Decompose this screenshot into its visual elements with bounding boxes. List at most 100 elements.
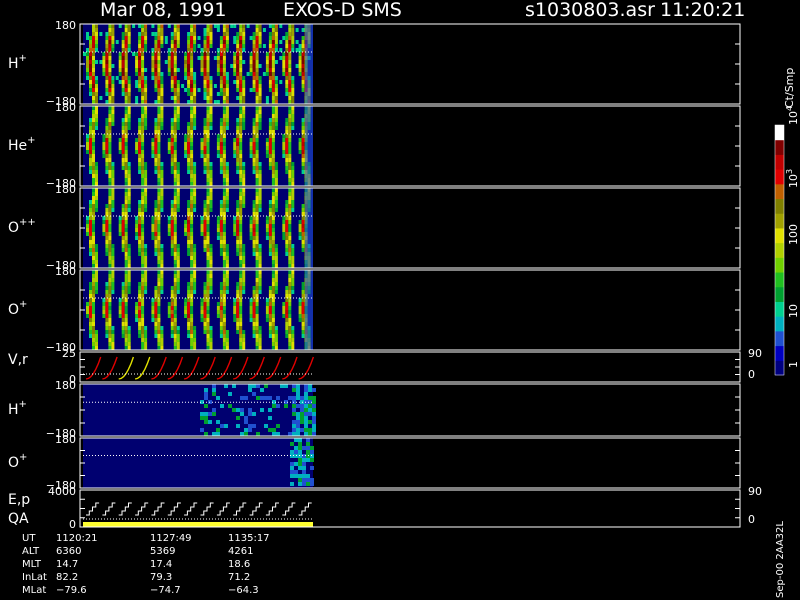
heatmap-cell <box>285 56 289 60</box>
heatmap-cell <box>141 252 145 256</box>
heatmap-cell <box>105 44 109 48</box>
heatmap-cell <box>206 306 210 310</box>
heatmap-cell <box>206 290 210 294</box>
heatmap-cell <box>288 302 292 306</box>
heatmap-cell <box>176 188 180 192</box>
heatmap-cell <box>108 28 112 32</box>
heatmap-cell <box>190 290 194 294</box>
heatmap-cell <box>288 314 292 318</box>
heatmap-cell <box>258 286 262 290</box>
heatmap-cell <box>248 388 252 392</box>
heatmap-cell <box>86 220 89 224</box>
heatmap-cell <box>291 118 295 122</box>
heatmap-cell <box>154 314 158 318</box>
heatmap-cell <box>173 294 177 298</box>
heatmap-cell <box>271 178 275 182</box>
heatmap-cell <box>300 404 304 408</box>
heatmap-cell <box>111 170 115 174</box>
heatmap-cell <box>200 314 204 318</box>
heatmap-cell <box>187 122 191 126</box>
heatmap-cell <box>236 204 240 208</box>
colorbar-label: 104 <box>785 106 800 125</box>
heatmap-cell <box>193 174 197 178</box>
vr-sweep <box>183 356 200 380</box>
heatmap-cell <box>206 228 210 232</box>
heatmap-cell <box>265 224 269 228</box>
heatmap-cell <box>268 56 272 60</box>
heatmap-cell <box>105 60 109 64</box>
heatmap-cell <box>124 122 128 126</box>
heatmap-cell <box>92 32 95 36</box>
heatmap-cell <box>138 48 142 52</box>
heatmap-cell <box>288 48 292 52</box>
heatmap-cell <box>190 342 194 346</box>
heatmap-cell <box>242 330 246 334</box>
heatmap-cell <box>291 122 295 126</box>
heatmap-cell <box>258 252 262 256</box>
heatmap-cell <box>271 302 275 306</box>
heatmap-cell <box>157 154 161 158</box>
heatmap-cell <box>187 314 191 318</box>
heatmap-cell <box>95 44 98 48</box>
colorbar-segment <box>775 213 784 229</box>
heatmap-cell <box>141 166 145 170</box>
heatmap-cell <box>89 60 92 64</box>
heatmap-cell <box>285 158 289 162</box>
heatmap-cell <box>108 32 112 36</box>
heatmap-cell <box>242 282 246 286</box>
heatmap-cell <box>298 60 302 64</box>
heatmap-cell <box>151 318 155 322</box>
heatmap-cell <box>111 192 115 196</box>
heatmap-cell <box>111 274 115 278</box>
heatmap-cell <box>295 64 299 68</box>
heatmap-cell <box>239 76 243 80</box>
heatmap-cell <box>99 60 103 64</box>
heatmap-cell <box>301 294 305 298</box>
heatmap-cell <box>255 306 259 310</box>
heatmap-cell <box>301 310 305 314</box>
heatmap-cell <box>190 286 194 290</box>
heatmap-cell <box>95 334 98 338</box>
heatmap-cell <box>216 220 220 224</box>
heatmap-cell <box>255 318 259 322</box>
heatmap-cell <box>108 76 112 80</box>
heatmap-cell <box>282 220 286 224</box>
heatmap-cell <box>184 60 188 64</box>
heatmap-cell <box>111 248 115 252</box>
panel-h-plus: 180−180H+ <box>8 19 741 108</box>
heatmap-cell <box>288 342 292 346</box>
heatmap-cell <box>157 338 161 342</box>
heatmap-cell <box>304 420 308 424</box>
heatmap-cell <box>167 224 171 228</box>
heatmap-cell <box>216 314 220 318</box>
heatmap-cell <box>290 466 294 470</box>
heatmap-cell <box>274 110 278 114</box>
heatmap-cell <box>271 56 275 60</box>
heatmap-cell <box>138 326 142 330</box>
heatmap-cell <box>239 346 243 350</box>
heatmap-cell <box>170 48 174 52</box>
heatmap-cell <box>193 40 197 44</box>
heatmap-cell <box>282 302 286 306</box>
heatmap-cell <box>301 330 305 334</box>
heatmap-cell <box>258 76 262 80</box>
heatmap-cell <box>190 256 194 260</box>
heatmap-cell <box>285 126 289 130</box>
heatmap-cell <box>170 294 174 298</box>
heatmap-cell <box>312 404 316 408</box>
heatmap-cell <box>151 24 155 28</box>
heatmap-cell <box>308 428 312 432</box>
heatmap-cell <box>190 338 194 342</box>
heatmap-cell <box>187 68 191 72</box>
heatmap-cell <box>242 110 246 114</box>
heatmap-cell <box>144 122 148 126</box>
heatmap-cell <box>285 252 289 256</box>
y-tick-top: 180 <box>55 265 76 278</box>
heatmap-cell <box>176 330 180 334</box>
heatmap-cell <box>225 40 229 44</box>
heatmap-cell <box>187 290 191 294</box>
heatmap-cell <box>212 388 216 392</box>
heatmap-cell <box>296 428 300 432</box>
vr-sweep <box>167 356 184 380</box>
heatmap-cell <box>102 228 106 232</box>
